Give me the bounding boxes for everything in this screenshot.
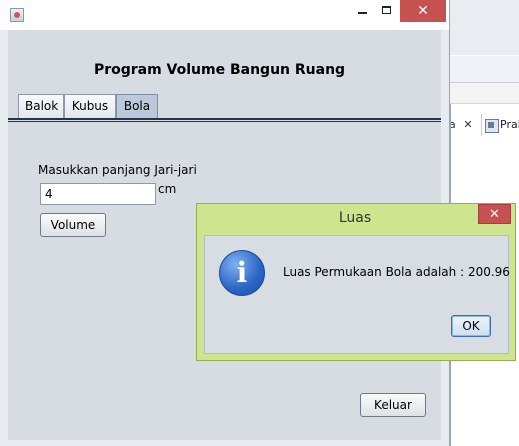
message-dialog: Luas ✕ i Luas Permukaan Bola adalah : 20…: [196, 203, 516, 361]
tab-balok[interactable]: Balok: [18, 94, 64, 118]
tab-bola[interactable]: Bola: [116, 94, 158, 118]
tab-divider-secondary: [8, 121, 441, 122]
volume-button[interactable]: Volume: [40, 213, 106, 237]
background-tab-label: Prak: [500, 118, 519, 131]
title-bar[interactable]: ✕: [0, 0, 449, 30]
background-tab-prak[interactable]: Prak: [481, 114, 519, 136]
background-strip: [449, 83, 519, 104]
dialog-close-button[interactable]: ✕: [478, 204, 511, 224]
dialog-message: Luas Permukaan Bola adalah : 200.96: [283, 265, 510, 279]
background-tab-row: a ✕ Prak: [449, 56, 519, 136]
page-title: Program Volume Bangun Ruang: [93, 62, 346, 78]
dialog-body: i Luas Permukaan Bola adalah : 200.96 OK: [204, 235, 510, 354]
tab-kubus[interactable]: Kubus: [64, 94, 116, 118]
radius-input[interactable]: [40, 183, 156, 205]
file-icon: [485, 119, 499, 133]
radius-label: Masukkan panjang Jari-jari: [38, 163, 197, 177]
ok-button[interactable]: OK: [451, 315, 491, 337]
tab-divider: [8, 118, 441, 120]
window-close-button[interactable]: ✕: [400, 0, 446, 22]
minimize-button[interactable]: [350, 0, 376, 22]
maximize-button[interactable]: [374, 0, 400, 22]
information-icon: i: [219, 250, 265, 296]
minimize-icon: [358, 12, 367, 14]
dialog-title: Luas: [338, 210, 372, 226]
maximize-icon: [382, 6, 391, 14]
background-toolbar: [449, 0, 519, 55]
exit-button[interactable]: Keluar: [360, 393, 426, 417]
unit-label: cm: [158, 182, 177, 196]
java-app-icon: [10, 8, 24, 22]
background-tab-close-icon[interactable]: ✕: [459, 116, 477, 134]
